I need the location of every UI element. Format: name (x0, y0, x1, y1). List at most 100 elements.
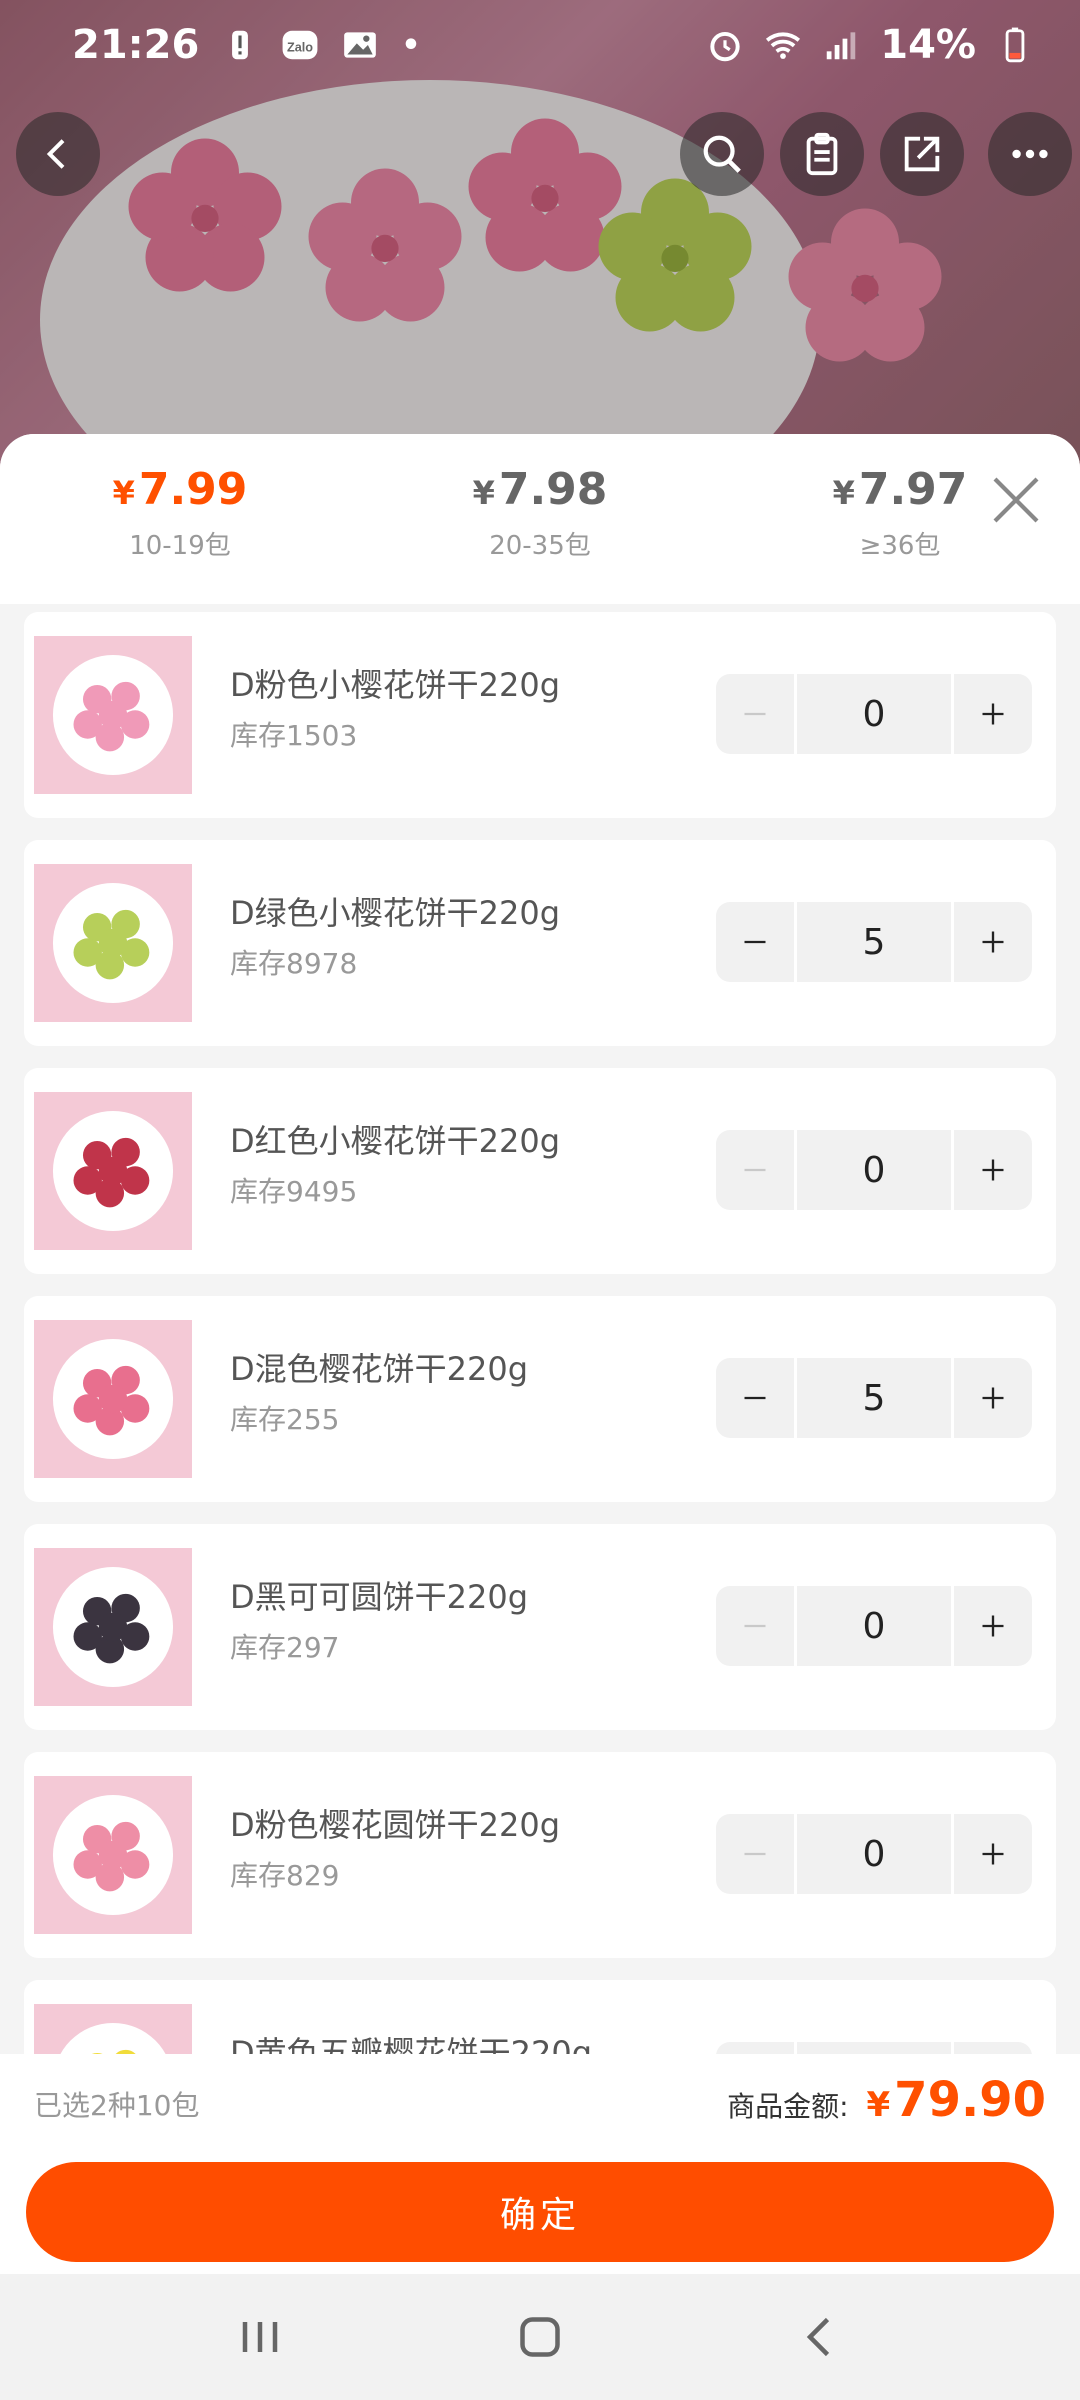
tier-price: ¥7.97 (832, 464, 968, 515)
sku-stock: 库存1503 (230, 719, 358, 752)
sku-name: D粉色樱花圆饼干220g (230, 1806, 561, 1844)
gallery-icon (344, 32, 377, 58)
increase-button[interactable] (954, 902, 1032, 982)
zalo-icon: Zalo (282, 30, 318, 60)
sku-thumbnail[interactable] (34, 1548, 192, 1706)
battery-icon (1005, 27, 1025, 63)
alert-icon (232, 30, 249, 60)
decrease-button[interactable] (716, 902, 794, 982)
minus-icon (744, 1396, 766, 1400)
decrease-button[interactable] (716, 674, 794, 754)
plus-icon (982, 1843, 1004, 1865)
price-tier: ¥7.97 ≥36包 (780, 464, 1020, 562)
price-tier: ¥7.99 10-19包 (60, 464, 300, 562)
sku-row: D粉色小樱花饼干220g 库存1503 0 (24, 612, 1056, 818)
quantity-stepper: 0 (716, 1586, 1032, 1666)
sku-name: D红色小樱花饼干220g (230, 1122, 561, 1160)
sku-thumbnail[interactable] (34, 1776, 192, 1934)
close-icon[interactable] (988, 472, 1044, 528)
tier-price: ¥7.98 (472, 464, 608, 515)
recent-apps-icon[interactable] (230, 2307, 290, 2367)
checkout-footer: 已选2种10包 商品金额: ¥ 79.90 确定 (0, 2054, 1080, 2274)
quantity-input[interactable]: 5 (794, 1358, 954, 1438)
sku-thumbnail[interactable] (34, 1092, 192, 1250)
decrease-button[interactable] (716, 1130, 794, 1210)
zalo-text: Zalo (287, 40, 313, 54)
price-tiers: ¥7.99 10-19包 ¥7.98 20-35包 ¥7.97 ≥36包 (0, 434, 1080, 604)
sku-stock: 库存255 (230, 1403, 340, 1436)
increase-button[interactable] (954, 1130, 1032, 1210)
battery-percent: 14% (880, 22, 976, 68)
minus-icon (744, 1168, 766, 1172)
plus-icon (982, 1387, 1004, 1409)
search-icon (703, 135, 741, 173)
sku-stock: 库存829 (230, 1859, 340, 1892)
price-tier: ¥7.98 20-35包 (420, 464, 660, 562)
increase-button[interactable] (954, 1358, 1032, 1438)
decrease-button[interactable] (716, 1586, 794, 1666)
tier-range: 10-19包 (129, 531, 231, 561)
total-currency: ¥ (866, 2085, 891, 2125)
clipboard-button[interactable] (780, 112, 864, 196)
more-button[interactable] (988, 112, 1072, 196)
clipboard-icon (806, 132, 838, 176)
sku-stock: 库存297 (230, 1631, 340, 1664)
sku-row: D黑可可圆饼干220g 库存297 0 (24, 1524, 1056, 1730)
back-icon (46, 139, 65, 169)
share-icon (904, 136, 940, 172)
increase-button[interactable] (954, 1586, 1032, 1666)
sku-name: D粉色小樱花饼干220g (230, 666, 561, 704)
back-button[interactable] (16, 112, 100, 196)
plus-icon (982, 703, 1004, 725)
quantity-input[interactable]: 0 (794, 1814, 954, 1894)
wifi-icon (766, 32, 801, 59)
decrease-button[interactable] (716, 1358, 794, 1438)
quantity-input[interactable]: 0 (794, 1130, 954, 1210)
sku-row: D绿色小樱花饼干220g 库存8978 5 (24, 840, 1056, 1046)
system-navigation-bar (0, 2274, 1080, 2400)
plus-icon (982, 931, 1004, 953)
confirm-button[interactable]: 确定 (26, 2162, 1054, 2262)
quantity-stepper: 0 (716, 1130, 1032, 1210)
sku-stock: 库存9495 (230, 1175, 358, 1208)
more-icon (1012, 149, 1048, 159)
total-amount: 商品金额: ¥ 79.90 (727, 2072, 1046, 2128)
decrease-button[interactable] (716, 1814, 794, 1894)
quantity-input[interactable]: 0 (794, 1586, 954, 1666)
home-icon[interactable] (510, 2307, 570, 2367)
sku-thumbnail[interactable] (34, 1320, 192, 1478)
quantity-input[interactable]: 0 (794, 674, 954, 754)
sku-thumbnail[interactable] (34, 864, 192, 1022)
quantity-input[interactable]: 5 (794, 902, 954, 982)
sku-name: D绿色小樱花饼干220g (230, 894, 561, 932)
notification-dot-icon: • (401, 27, 421, 63)
increase-button[interactable] (954, 1814, 1032, 1894)
quantity-stepper: 0 (716, 674, 1032, 754)
sku-row: D红色小樱花饼干220g 库存9495 0 (24, 1068, 1056, 1274)
total-value: 79.90 (894, 2072, 1046, 2128)
quantity-stepper: 5 (716, 902, 1032, 982)
sku-name: D混色樱花饼干220g (230, 1350, 529, 1388)
tier-range: 20-35包 (489, 531, 591, 561)
share-button[interactable] (880, 112, 964, 196)
sku-row: D混色樱花饼干220g 库存255 5 (24, 1296, 1056, 1502)
increase-button[interactable] (954, 674, 1032, 754)
sku-row: D粉色樱花圆饼干220g 库存829 0 (24, 1752, 1056, 1958)
search-button[interactable] (680, 112, 764, 196)
quantity-stepper: 0 (716, 1814, 1032, 1894)
minus-icon (744, 712, 766, 716)
selected-summary: 已选2种10包 (34, 2089, 200, 2122)
sku-stock: 库存8978 (230, 947, 358, 980)
signal-icon (827, 32, 856, 60)
sku-thumbnail[interactable] (34, 636, 192, 794)
total-label: 商品金额: (727, 2090, 849, 2123)
tier-range: ≥36包 (859, 531, 941, 561)
system-back-icon[interactable] (790, 2307, 850, 2367)
status-bar: 21:26 Zalo • 14% (0, 0, 1080, 90)
plus-icon (982, 1159, 1004, 1181)
quantity-stepper: 5 (716, 1358, 1032, 1438)
sku-name: D黑可可圆饼干220g (230, 1578, 529, 1616)
tier-price: ¥7.99 (112, 464, 248, 515)
minus-icon (744, 1852, 766, 1856)
status-time: 21:26 (72, 22, 200, 68)
